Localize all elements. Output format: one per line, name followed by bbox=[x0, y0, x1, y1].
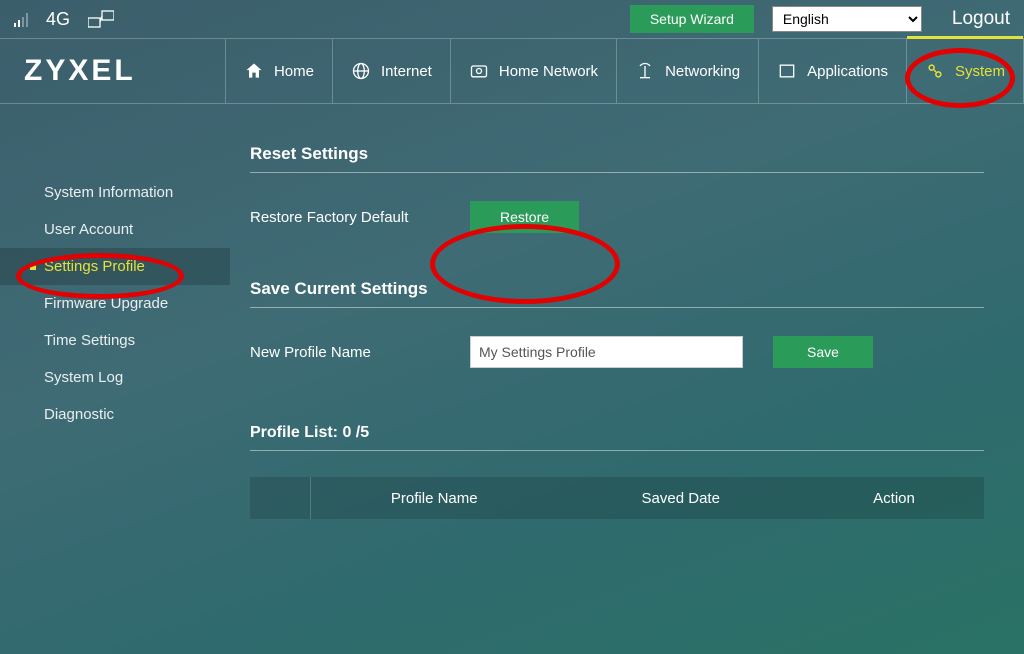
nav-label: System bbox=[955, 63, 1005, 80]
gear-icon bbox=[925, 61, 945, 81]
sidebar-item-label: System Log bbox=[44, 369, 123, 386]
table-col-saved-date: Saved Date bbox=[558, 490, 805, 507]
restore-factory-label: Restore Factory Default bbox=[250, 209, 440, 226]
new-profile-name-label: New Profile Name bbox=[250, 344, 440, 361]
nav-internet[interactable]: Internet bbox=[332, 39, 450, 103]
language-select[interactable]: English bbox=[772, 6, 922, 32]
sidebar-item-system-log[interactable]: System Log bbox=[0, 359, 230, 396]
nav-home[interactable]: Home bbox=[225, 39, 332, 103]
main-nav: ZYXEL Home Internet Home Network Network… bbox=[0, 38, 1024, 104]
window-icon bbox=[777, 61, 797, 81]
restore-button[interactable]: Restore bbox=[470, 201, 579, 233]
nav-label: Applications bbox=[807, 63, 888, 80]
home-icon bbox=[244, 61, 264, 81]
logout-link[interactable]: Logout bbox=[952, 8, 1010, 30]
profile-table-header: Profile Name Saved Date Action bbox=[250, 477, 984, 519]
save-settings-title: Save Current Settings bbox=[250, 279, 984, 299]
table-col-profile-name: Profile Name bbox=[311, 490, 558, 507]
reset-settings-title: Reset Settings bbox=[250, 144, 984, 164]
sidebar-item-settings-profile[interactable]: Settings Profile bbox=[0, 248, 230, 285]
nav-label: Networking bbox=[665, 63, 740, 80]
network-type-label: 4G bbox=[46, 9, 70, 30]
ethernet-icon bbox=[88, 10, 114, 28]
table-col-blank bbox=[250, 477, 311, 519]
nav-label: Internet bbox=[381, 63, 432, 80]
camera-icon bbox=[469, 61, 489, 81]
globe-icon bbox=[351, 61, 371, 81]
divider bbox=[250, 172, 984, 173]
sidebar-item-diagnostic[interactable]: Diagnostic bbox=[0, 396, 230, 433]
sidebar-item-time-settings[interactable]: Time Settings bbox=[0, 322, 230, 359]
nav-label: Home bbox=[274, 63, 314, 80]
sidebar-item-system-information[interactable]: System Information bbox=[0, 174, 230, 211]
divider bbox=[250, 307, 984, 308]
sidebar-item-label: Settings Profile bbox=[44, 258, 145, 275]
sidebar-item-label: User Account bbox=[44, 221, 133, 238]
antenna-icon bbox=[635, 61, 655, 81]
nav-networking[interactable]: Networking bbox=[616, 39, 758, 103]
sidebar-item-label: Time Settings bbox=[44, 332, 135, 349]
sidebar-item-firmware-upgrade[interactable]: Firmware Upgrade bbox=[0, 285, 230, 322]
main-content: Reset Settings Restore Factory Default R… bbox=[230, 104, 1024, 654]
sidebar-item-user-account[interactable]: User Account bbox=[0, 211, 230, 248]
signal-icon bbox=[14, 11, 28, 27]
sidebar-item-label: Diagnostic bbox=[44, 406, 114, 423]
nav-label: Home Network bbox=[499, 63, 598, 80]
sidebar-item-label: System Information bbox=[44, 184, 173, 201]
profile-list-title: Profile List: 0 /5 bbox=[250, 424, 984, 442]
sidebar: System Information User Account Settings… bbox=[0, 104, 230, 654]
profile-name-input[interactable] bbox=[470, 336, 743, 368]
table-col-action: Action bbox=[804, 490, 984, 507]
nav-system[interactable]: System bbox=[906, 39, 1024, 103]
save-button[interactable]: Save bbox=[773, 336, 873, 368]
status-bar: 4G Setup Wizard English Logout bbox=[0, 0, 1024, 38]
divider bbox=[250, 450, 984, 451]
nav-home-network[interactable]: Home Network bbox=[450, 39, 616, 103]
sidebar-item-label: Firmware Upgrade bbox=[44, 295, 168, 312]
setup-wizard-button[interactable]: Setup Wizard bbox=[630, 5, 754, 33]
brand-logo: ZYXEL bbox=[0, 39, 225, 103]
nav-applications[interactable]: Applications bbox=[758, 39, 906, 103]
